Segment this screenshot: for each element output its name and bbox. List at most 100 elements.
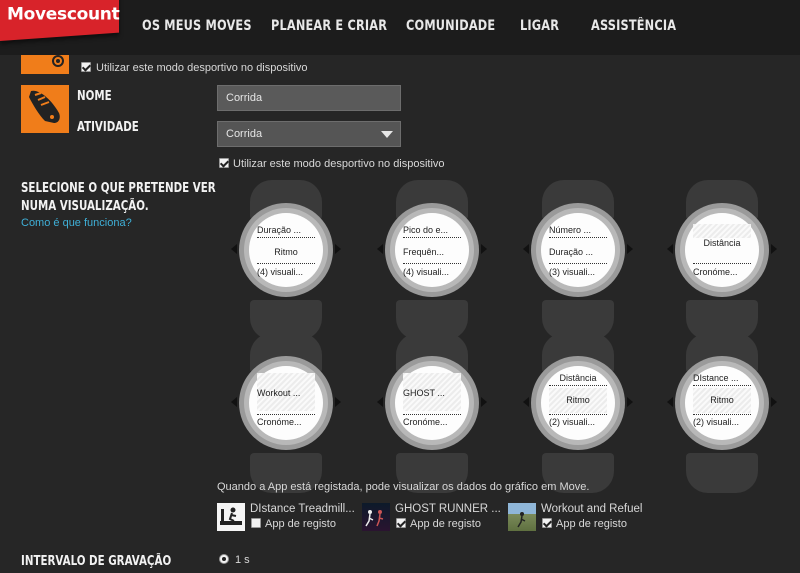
top-navigation: Movescount OS MEUS MOVES PLANEAR E CRIAR… <box>0 0 800 55</box>
watch-row-bottom: (2) visuali... <box>549 417 596 427</box>
watch-row-bottom: (4) visuali... <box>257 267 304 277</box>
watch-divider <box>403 263 461 264</box>
arrow-left-icon[interactable] <box>667 244 673 254</box>
views-heading-line1: SELECIONE O QUE PRETENDE VER <box>21 181 216 196</box>
watch-display-2[interactable]: Pico do e... Frequên... (4) visuali... <box>377 180 487 340</box>
app-register-checkbox-1[interactable] <box>251 518 261 528</box>
app-register-checkbox-2[interactable] <box>396 518 406 528</box>
prev-mode-checkbox[interactable] <box>81 62 91 72</box>
name-label: NOME <box>77 89 112 104</box>
arrow-left-icon[interactable] <box>231 397 237 407</box>
app-thumbnail-workout-refuel <box>508 503 536 531</box>
arrow-left-icon[interactable] <box>523 397 529 407</box>
watch-display-3[interactable]: Número ... Duração ... (3) visuali... <box>523 180 633 340</box>
watch-row-bottom: Cronóme... <box>403 417 448 427</box>
app-title-1[interactable]: DIstance Treadmill... <box>250 503 355 515</box>
prev-mode-checkbox-label: Utilizar este modo desportivo no disposi… <box>96 62 308 74</box>
recording-interval-label: INTERVALO DE GRAVAÇÃO <box>21 554 172 569</box>
watch-row-middle: Ritmo <box>274 247 298 257</box>
nav-plan-create[interactable]: PLANEAR E CRIAR <box>271 18 387 34</box>
nav-connect[interactable]: LIGAR <box>520 18 559 34</box>
nav-support[interactable]: ASSISTÊNCIA <box>591 18 676 34</box>
arrow-right-icon[interactable] <box>335 397 341 407</box>
runner-landscape-icon <box>517 512 526 528</box>
watch-divider <box>549 263 607 264</box>
watch-row-bottom: Cronóme... <box>693 267 738 277</box>
watch-empty-row <box>693 224 751 238</box>
radio-dot <box>222 557 226 561</box>
watch-divider <box>257 237 315 238</box>
mode-checkbox-label: Utilizar este modo desportivo no disposi… <box>233 158 445 170</box>
watch-display-6[interactable]: GHOST ... Cronóme... <box>377 333 487 493</box>
watch-row-top: DIstance ... <box>693 373 739 383</box>
interval-option-label: 1 s <box>235 554 250 566</box>
watch-row-bottom: Cronóme... <box>257 417 302 427</box>
activity-select-value: Corrida <box>226 128 263 140</box>
running-shoe-icon <box>29 90 60 123</box>
app-register-label-2: App de registo <box>410 518 481 530</box>
app-thumbnail-treadmill <box>217 503 245 531</box>
watch-row-bottom: (4) visuali... <box>403 267 450 277</box>
app-thumbnail-ghost-runner <box>362 503 390 531</box>
watch-row-middle: Workout ... <box>257 388 301 398</box>
how-it-works-link[interactable]: Como é que funciona? <box>21 217 132 229</box>
watch-row-top: Pico do e... <box>403 225 449 235</box>
watch-row-middle: Ritmo <box>566 395 590 405</box>
name-input[interactable]: Corrida <box>217 85 401 111</box>
arrow-left-icon[interactable] <box>667 397 673 407</box>
watch-divider <box>549 237 607 238</box>
mode-checkbox[interactable] <box>219 158 229 168</box>
chevron-down-icon <box>381 131 393 138</box>
watch-display-7[interactable]: Distância Ritmo (2) visuali... <box>523 333 633 493</box>
arrow-right-icon[interactable] <box>335 244 341 254</box>
watch-divider <box>549 414 607 415</box>
watch-strap-bottom <box>686 453 758 493</box>
views-heading-line2: NUMA VISUALIZAÇÃO. <box>21 199 149 214</box>
watch-divider <box>257 263 315 264</box>
nav-my-moves[interactable]: OS MEUS MOVES <box>142 18 252 34</box>
treadmill-icon <box>220 507 242 525</box>
watch-row-bottom: (3) visuali... <box>549 267 596 277</box>
watch-divider <box>693 414 751 415</box>
apps-note: Quando a App está registada, pode visual… <box>217 481 590 493</box>
watch-divider <box>693 263 751 264</box>
interval-radio[interactable] <box>219 554 229 564</box>
arrow-right-icon[interactable] <box>627 244 633 254</box>
watch-divider <box>549 385 607 386</box>
app-title-2[interactable]: GHOST RUNNER ... <box>395 503 501 515</box>
watch-divider <box>257 414 315 415</box>
running-shoe-icon <box>52 55 64 67</box>
activity-select[interactable]: Corrida <box>217 121 401 147</box>
activity-label: ATIVIDADE <box>77 120 139 135</box>
watch-row-middle: Distância <box>703 238 741 248</box>
arrow-left-icon[interactable] <box>231 244 237 254</box>
arrow-right-icon[interactable] <box>771 244 777 254</box>
watch-row-middle: GHOST ... <box>403 388 445 398</box>
watch-row-top: Distância <box>559 373 597 383</box>
app-register-checkbox-3[interactable] <box>542 518 552 528</box>
watch-row-middle: Ritmo <box>710 395 734 405</box>
watch-display-8[interactable]: DIstance ... Ritmo (2) visuali... <box>667 333 777 493</box>
watch-divider <box>403 414 461 415</box>
arrow-right-icon[interactable] <box>771 397 777 407</box>
movescount-logo[interactable]: Movescount <box>0 0 119 41</box>
arrow-left-icon[interactable] <box>523 244 529 254</box>
watch-row-bottom: (2) visuali... <box>693 417 740 427</box>
watch-display-5[interactable]: Workout ... Cronóme... <box>231 333 341 493</box>
arrow-right-icon[interactable] <box>481 397 487 407</box>
watch-row-middle: Frequên... <box>403 247 445 257</box>
arrow-right-icon[interactable] <box>627 397 633 407</box>
app-register-label-3: App de registo <box>556 518 627 530</box>
nav-community[interactable]: COMUNIDADE <box>406 18 495 34</box>
runners-icon <box>365 510 384 527</box>
watch-divider <box>693 385 751 386</box>
arrow-left-icon[interactable] <box>377 244 383 254</box>
watch-display-4[interactable]: Distância Cronóme... <box>667 180 777 340</box>
arrow-right-icon[interactable] <box>481 244 487 254</box>
app-register-label-1: App de registo <box>265 518 336 530</box>
sport-mode-icon-prev <box>21 55 69 74</box>
arrow-left-icon[interactable] <box>377 397 383 407</box>
watch-display-1[interactable]: Duração ... Ritmo (4) visuali... <box>231 180 341 340</box>
watch-row-top: Número ... <box>549 225 592 235</box>
app-title-3[interactable]: Workout and Refuel <box>541 503 642 515</box>
